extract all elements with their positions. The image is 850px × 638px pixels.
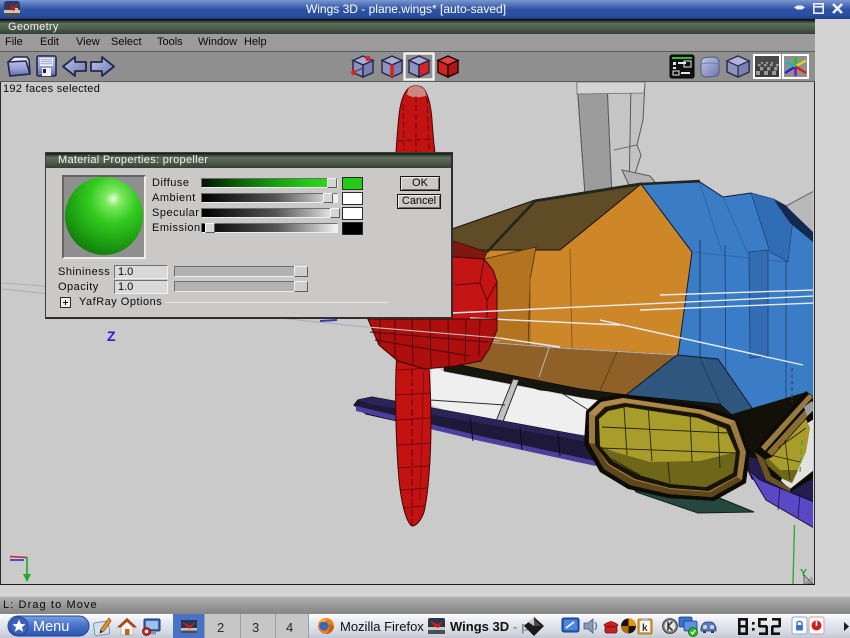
svg-text:3: 3 (252, 620, 259, 635)
svg-text:Mozilla Firefox: Mozilla Firefox (340, 619, 424, 634)
svg-text:2: 2 (217, 620, 224, 635)
svg-text:Menu: Menu (33, 619, 69, 635)
svg-text:Wings 3D: Wings 3D (450, 619, 509, 634)
svg-text:k: k (642, 623, 648, 634)
svg-text:4: 4 (286, 620, 293, 635)
